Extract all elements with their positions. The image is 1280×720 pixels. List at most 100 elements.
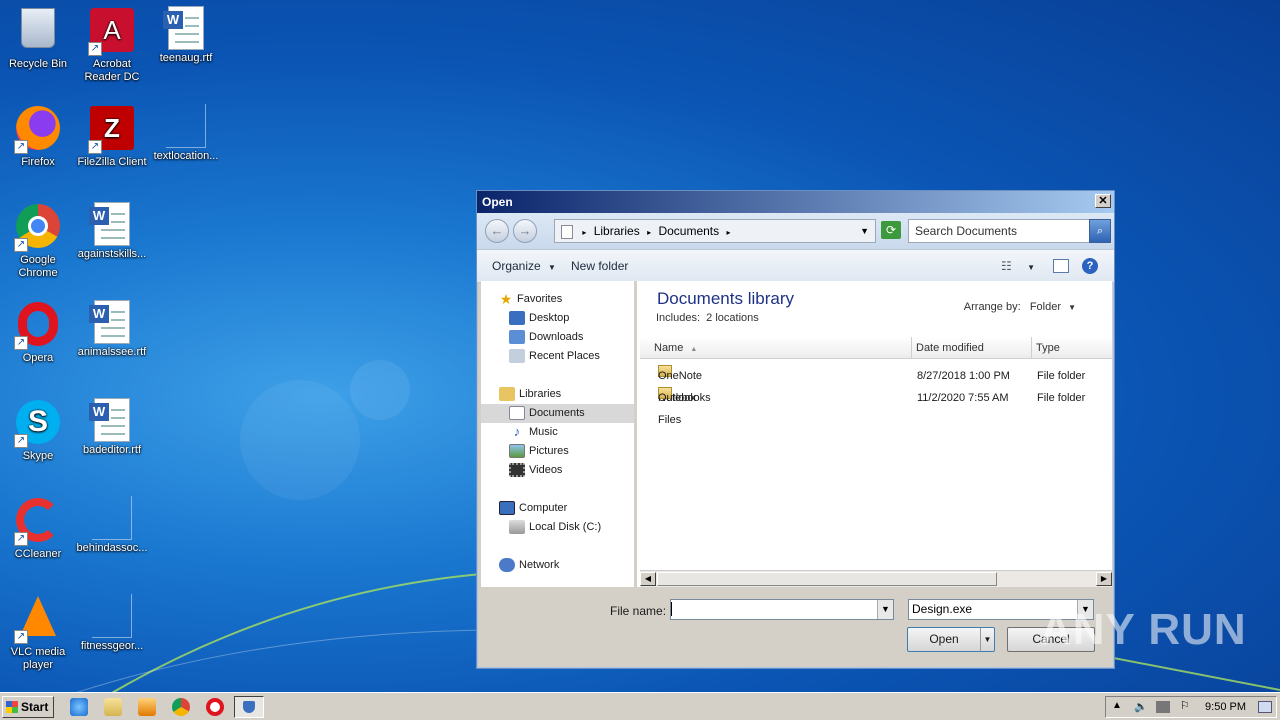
nav-favorites[interactable]: ★ Favorites: [499, 290, 563, 309]
open-button[interactable]: Open ▼: [907, 627, 995, 652]
media-player-taskbar-icon[interactable]: [138, 698, 156, 716]
column-type[interactable]: Type: [1032, 337, 1112, 359]
desktop-icon-vlc[interactable]: ↗ VLC media player: [0, 592, 76, 682]
file-name: Outlook Files: [658, 392, 696, 426]
desktop-icon-skype[interactable]: S ↗ Skype: [0, 396, 76, 486]
start-button[interactable]: Start: [2, 696, 54, 718]
dialog-titlebar[interactable]: Open ✕: [477, 191, 1114, 213]
scroll-thumb[interactable]: [657, 572, 997, 586]
network-tray-icon[interactable]: [1156, 701, 1170, 713]
nav-local-disk[interactable]: Local Disk (C:): [509, 518, 601, 537]
forward-button[interactable]: →: [513, 219, 537, 243]
vlc-icon: ↗: [14, 596, 62, 644]
organize-label: Organize: [492, 259, 541, 273]
column-date-label: Date modified: [916, 342, 984, 354]
nav-documents-label: Documents: [529, 407, 585, 419]
clock[interactable]: 9:50 PM: [1205, 697, 1246, 717]
command-toolbar: Organize ▼ New folder ☷ ▼ ?: [477, 249, 1114, 283]
file-row[interactable]: Outlook Files 11/2/2020 7:55 AM File fol…: [640, 387, 1112, 426]
close-button[interactable]: ✕: [1095, 194, 1111, 208]
explorer-taskbar-icon[interactable]: [104, 698, 122, 716]
left-arrow-icon: ◀: [644, 574, 652, 583]
pictures-icon: [509, 444, 525, 459]
desktop-icon-opera[interactable]: ↗ Opera: [0, 298, 76, 388]
open-split-dropdown[interactable]: ▼: [980, 628, 994, 651]
shortcut-arrow-icon: ↗: [14, 238, 28, 252]
scroll-left-button[interactable]: ◀: [640, 572, 656, 586]
search-button[interactable]: ⌕: [1089, 219, 1111, 243]
nav-pictures[interactable]: Pictures: [509, 442, 569, 461]
chrome-taskbar-icon[interactable]: [172, 698, 190, 716]
desktop-icon-againstskills[interactable]: W againstskills...: [74, 200, 150, 290]
file-type-select[interactable]: Design.exe ▼: [908, 599, 1094, 620]
arrange-by-dropdown[interactable]: Folder ▼: [1030, 301, 1076, 313]
windows-logo-icon: [6, 701, 18, 713]
active-task-button[interactable]: [234, 696, 264, 718]
nav-recent-places[interactable]: Recent Places: [509, 347, 600, 366]
nav-videos[interactable]: Videos: [509, 461, 562, 480]
new-folder-button[interactable]: New folder: [571, 250, 628, 282]
word-document-icon: W: [163, 6, 204, 50]
nav-libraries[interactable]: Libraries: [499, 385, 561, 404]
locations-link[interactable]: 2 locations: [706, 312, 759, 324]
cancel-button[interactable]: Cancel: [1007, 627, 1095, 652]
file-row[interactable]: OneNote Notebooks 8/27/2018 1:00 PM File…: [640, 365, 1112, 404]
action-center-flag-icon[interactable]: ⚐: [1180, 699, 1190, 712]
ie-taskbar-icon[interactable]: [70, 698, 88, 716]
desktop-icon-teenaug[interactable]: W teenaug.rtf: [148, 4, 224, 94]
desktop-icon-acrobat[interactable]: A ↗ Acrobat Reader DC: [74, 4, 150, 94]
refresh-button[interactable]: ⟳: [881, 221, 901, 239]
nav-music[interactable]: ♪ Music: [509, 423, 558, 442]
column-name[interactable]: Name ▲: [640, 337, 912, 359]
file-type-dropdown-button[interactable]: ▼: [1077, 600, 1093, 619]
file-date: 11/2/2020 7:55 AM: [917, 392, 1009, 404]
address-bar[interactable]: ▸ Libraries ▸ Documents ▸ ▼: [554, 219, 876, 243]
horizontal-scrollbar[interactable]: ◀ ▶: [640, 570, 1112, 587]
nav-computer[interactable]: Computer: [499, 499, 567, 518]
scroll-right-button[interactable]: ▶: [1096, 572, 1112, 586]
desktop-icon-firefox[interactable]: ↗ Firefox: [0, 102, 76, 192]
tray-expand-icon[interactable]: ▲: [1112, 700, 1122, 711]
desktop-icon-recycle-bin[interactable]: Recycle Bin: [0, 4, 76, 94]
preview-pane-button[interactable]: [1053, 259, 1069, 273]
navigation-pane: ★ Favorites Desktop Downloads Recent Plac…: [481, 281, 637, 587]
desktop-icon-behindassoc[interactable]: behindassoc...: [74, 494, 150, 584]
view-options-button[interactable]: ☷ ▼: [1001, 250, 1035, 284]
computer-icon: [499, 501, 515, 516]
desktop-icon: [509, 311, 525, 326]
organize-button[interactable]: Organize ▼: [492, 250, 556, 284]
shortcut-arrow-icon: ↗: [88, 42, 102, 56]
breadcrumb-libraries[interactable]: Libraries: [594, 224, 640, 238]
desktop-icon-chrome[interactable]: ↗ Google Chrome: [0, 200, 76, 290]
desktop-icon-filezilla[interactable]: Z ↗ FileZilla Client: [74, 102, 150, 192]
nav-computer-label: Computer: [519, 502, 568, 514]
file-icon: [92, 594, 132, 638]
nav-documents[interactable]: Documents: [481, 404, 634, 423]
file-name-dropdown-button[interactable]: ▼: [877, 600, 893, 619]
desktop-icon-textlocation[interactable]: textlocation...: [148, 102, 224, 192]
refresh-icon: ⟳: [885, 223, 897, 237]
nav-desktop[interactable]: Desktop: [509, 309, 569, 328]
help-button[interactable]: ?: [1082, 258, 1098, 274]
address-dropdown-icon[interactable]: ▼: [860, 220, 869, 242]
volume-icon[interactable]: 🔈: [1134, 700, 1148, 713]
file-name-label: File name:: [610, 604, 667, 618]
nav-network[interactable]: Network: [499, 556, 559, 575]
search-input[interactable]: Search Documents: [908, 219, 1090, 243]
desktop-icon-badeditor[interactable]: W badeditor.rtf: [74, 396, 150, 486]
breadcrumb-documents[interactable]: Documents: [658, 224, 719, 238]
opera-taskbar-icon[interactable]: [206, 698, 224, 716]
right-arrow-icon: ▶: [1100, 574, 1108, 583]
column-date[interactable]: Date modified: [912, 337, 1032, 359]
desktop-icon-fitnessgeor[interactable]: fitnessgeor...: [74, 592, 150, 682]
breadcrumb-sep-icon[interactable]: ▸: [647, 228, 651, 237]
desktop-icon-animalssee[interactable]: W animalssee.rtf: [74, 298, 150, 388]
breadcrumb-sep-icon[interactable]: ▸: [726, 228, 730, 237]
nav-downloads[interactable]: Downloads: [509, 328, 583, 347]
file-name-input[interactable]: ▼: [670, 599, 894, 620]
back-button[interactable]: ←: [485, 219, 509, 243]
desktop-icon-ccleaner[interactable]: ↗ CCleaner: [0, 494, 76, 584]
dialog-title: Open: [482, 195, 513, 209]
show-desktop-icon[interactable]: [1258, 701, 1272, 713]
nav-pictures-label: Pictures: [529, 445, 569, 457]
